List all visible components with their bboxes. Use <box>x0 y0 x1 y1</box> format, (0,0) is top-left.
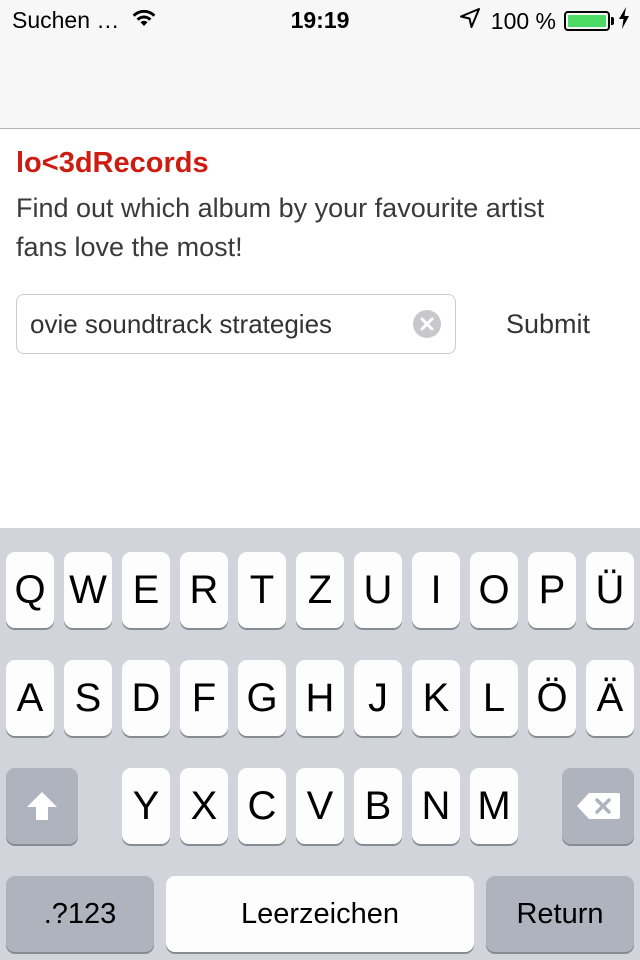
key-l[interactable]: L <box>470 660 518 736</box>
key-u-umlaut[interactable]: Ü <box>586 552 634 628</box>
key-a[interactable]: A <box>6 660 54 736</box>
battery-fill <box>568 15 606 27</box>
key-r[interactable]: R <box>180 552 228 628</box>
navigation-bar <box>0 40 640 129</box>
charging-bolt-icon <box>618 7 630 35</box>
submit-button[interactable]: Submit <box>478 294 618 354</box>
key-d[interactable]: D <box>122 660 170 736</box>
search-input[interactable] <box>30 295 410 353</box>
key-x[interactable]: X <box>180 768 228 844</box>
key-q[interactable]: Q <box>6 552 54 628</box>
app-title: lo<3dRecords <box>16 147 209 179</box>
keyboard: Q W E R T Z U I O P Ü A S D F G H J K L … <box>0 528 640 960</box>
shift-arrow-icon <box>25 790 59 822</box>
key-p[interactable]: P <box>528 552 576 628</box>
battery-icon <box>564 11 614 31</box>
backspace-icon <box>575 791 621 821</box>
key-c[interactable]: C <box>238 768 286 844</box>
key-i[interactable]: I <box>412 552 460 628</box>
key-m[interactable]: M <box>470 768 518 844</box>
key-z[interactable]: Z <box>296 552 344 628</box>
key-g[interactable]: G <box>238 660 286 736</box>
key-e[interactable]: E <box>122 552 170 628</box>
return-key[interactable]: Return <box>486 876 634 952</box>
delete-key[interactable] <box>562 768 634 844</box>
key-o[interactable]: O <box>470 552 518 628</box>
key-h[interactable]: H <box>296 660 344 736</box>
main-content: lo<3dRecords Find out which album by you… <box>0 129 640 528</box>
search-box[interactable] <box>16 294 456 354</box>
key-u[interactable]: U <box>354 552 402 628</box>
key-f[interactable]: F <box>180 660 228 736</box>
key-t[interactable]: T <box>238 552 286 628</box>
key-j[interactable]: J <box>354 660 402 736</box>
key-w[interactable]: W <box>64 552 112 628</box>
app-description: Find out which album by your favourite a… <box>16 193 545 262</box>
key-b[interactable]: B <box>354 768 402 844</box>
location-arrow-icon <box>459 7 481 35</box>
status-bar: Suchen … 19:19 100 % <box>0 0 640 40</box>
key-y[interactable]: Y <box>122 768 170 844</box>
key-v[interactable]: V <box>296 768 344 844</box>
clear-circle-icon[interactable] <box>413 310 441 338</box>
key-s[interactable]: S <box>64 660 112 736</box>
numbers-key[interactable]: .?123 <box>6 876 154 952</box>
shift-key[interactable] <box>6 768 78 844</box>
space-key[interactable]: Leerzeichen <box>166 876 474 952</box>
battery-percent: 100 % <box>490 7 556 34</box>
status-right: 100 % <box>459 7 630 35</box>
key-k[interactable]: K <box>412 660 460 736</box>
key-n[interactable]: N <box>412 768 460 844</box>
key-o-umlaut[interactable]: Ö <box>528 660 576 736</box>
key-a-umlaut[interactable]: Ä <box>586 660 634 736</box>
